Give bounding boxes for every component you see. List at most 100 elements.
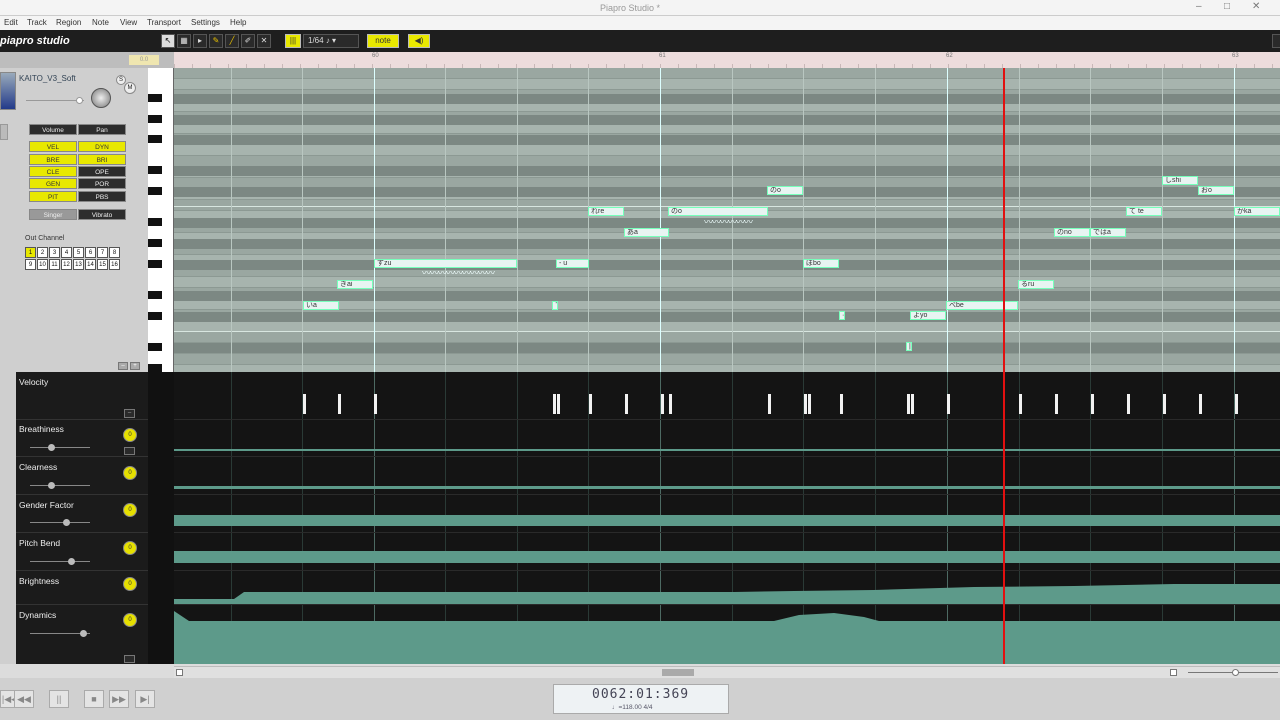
note[interactable]: す (552, 301, 558, 310)
note[interactable]: かka (1234, 207, 1280, 216)
velocity-bar[interactable] (1091, 394, 1094, 414)
channel-12[interactable]: 12 (61, 259, 72, 270)
dynamics-knob[interactable]: 0 (123, 613, 137, 627)
piano-roll[interactable]: いa きai ずzu 〰〰〰〰〰〰〰〰〰 - u す れre あa のo 〰〰〰… (174, 68, 1280, 372)
tempo-signature[interactable]: ♩=118.00 4/4 (612, 704, 653, 711)
velocity-bar[interactable] (625, 394, 628, 414)
velocity-bar[interactable] (661, 394, 664, 414)
minimize-button[interactable]: – (1196, 1, 1202, 12)
param-bre[interactable]: BRE (29, 154, 77, 165)
black-key[interactable] (148, 187, 162, 195)
param-dyn[interactable]: DYN (78, 141, 126, 152)
param-pbs[interactable]: PBS (78, 191, 126, 202)
menu-transport[interactable]: Transport (147, 18, 181, 27)
breathiness-knob[interactable]: 0 (123, 428, 137, 442)
channel-11[interactable]: 11 (49, 259, 60, 270)
stop-button[interactable]: ■ (84, 690, 104, 708)
channel-9[interactable]: 9 (25, 259, 36, 270)
note[interactable]: - u (556, 259, 589, 268)
scroll-right-button[interactable] (1170, 669, 1177, 676)
note[interactable]: ではa (1090, 228, 1126, 237)
gender-factor-curve[interactable] (174, 515, 1280, 526)
channel-14[interactable]: 14 (85, 259, 96, 270)
delete-tool-icon[interactable]: ✕ (257, 34, 271, 48)
note[interactable]: いa (303, 301, 339, 310)
fast-forward-button[interactable]: ▶▶ (109, 690, 129, 708)
note[interactable]: よyo (910, 311, 946, 320)
collapse-breathiness-button[interactable] (124, 447, 135, 455)
note[interactable]: · (839, 311, 845, 320)
note[interactable]: べbe (946, 301, 1018, 310)
zoom-in-button[interactable]: + (130, 362, 140, 370)
black-key[interactable] (148, 291, 162, 299)
vibrato-button[interactable]: Vibrato (78, 209, 126, 220)
note-length-button[interactable]: note —— (367, 34, 399, 57)
channel-7[interactable]: 7 (97, 247, 108, 258)
black-key[interactable] (148, 343, 162, 351)
clearness-knob[interactable]: 0 (123, 466, 137, 480)
black-key[interactable] (148, 260, 162, 268)
menu-view[interactable]: View (120, 18, 137, 27)
param-bri[interactable]: BRI (78, 154, 126, 165)
clearness-slider[interactable] (30, 482, 90, 489)
forward-end-button[interactable]: ▶| (135, 690, 155, 708)
velocity-bar[interactable] (669, 394, 672, 414)
black-key[interactable] (148, 135, 162, 143)
speaker-icon[interactable]: ◀) (408, 34, 430, 48)
velocity-bar[interactable] (303, 394, 306, 414)
velocity-bar[interactable] (907, 394, 910, 414)
breathiness-slider-thumb[interactable] (48, 444, 55, 451)
grid-icon[interactable]: ||| (285, 34, 301, 48)
param-ope[interactable]: OPE (78, 166, 126, 177)
channel-13[interactable]: 13 (73, 259, 84, 270)
dynamics-curve[interactable] (174, 605, 1280, 664)
menu-edit[interactable]: Edit (4, 18, 18, 27)
note[interactable]: あa (624, 228, 669, 237)
note[interactable]: のo (668, 207, 768, 216)
breathiness-curve[interactable] (174, 449, 1280, 451)
gender-factor-knob[interactable]: 0 (123, 503, 137, 517)
gender-factor-slider[interactable] (30, 519, 90, 526)
playhead[interactable] (1003, 68, 1005, 664)
black-key[interactable] (148, 94, 162, 102)
velocity-bar[interactable] (768, 394, 771, 414)
menu-settings[interactable]: Settings (191, 18, 220, 27)
note[interactable]: | (906, 342, 912, 351)
line-tool-icon[interactable]: ╱ (225, 34, 239, 48)
channel-15[interactable]: 15 (97, 259, 108, 270)
velocity-bar[interactable] (1163, 394, 1166, 414)
pencil-tool-icon[interactable]: ✎ (209, 34, 223, 48)
clearness-curve[interactable] (174, 486, 1280, 489)
channel-6[interactable]: 6 (85, 247, 96, 258)
close-button[interactable]: ✕ (1252, 1, 1260, 12)
note[interactable]: きai (337, 280, 373, 289)
channel-10[interactable]: 10 (37, 259, 48, 270)
dynamics-slider[interactable] (30, 630, 90, 637)
gender-factor-slider-thumb[interactable] (63, 519, 70, 526)
channel-4[interactable]: 4 (61, 247, 72, 258)
velocity-bar[interactable] (911, 394, 914, 414)
volume-button[interactable]: Volume (29, 124, 77, 135)
note[interactable]: ぼbo (803, 259, 839, 268)
velocity-bar[interactable] (1235, 394, 1238, 414)
breathiness-slider[interactable] (30, 444, 90, 451)
scroll-left-button[interactable] (176, 669, 183, 676)
zoom-out-button[interactable]: – (118, 362, 128, 370)
singer-button[interactable]: Singer (29, 209, 77, 220)
pitch-bend-curve[interactable] (174, 551, 1280, 563)
black-key[interactable] (148, 166, 162, 174)
voicebank-name[interactable]: KAITO_V3_Soft (19, 74, 76, 83)
param-gen[interactable]: GEN (29, 178, 77, 189)
velocity-bar[interactable] (589, 394, 592, 414)
maximize-button[interactable]: □ (1224, 1, 1230, 12)
note[interactable]: しshi (1162, 176, 1198, 185)
param-pit[interactable]: PIT (29, 191, 77, 202)
menu-region[interactable]: Region (56, 18, 81, 27)
velocity-bar[interactable] (808, 394, 811, 414)
pause-button[interactable]: || (49, 690, 69, 708)
pointer-tool-icon[interactable]: ↖ (161, 34, 175, 48)
ruler-marker[interactable]: 0.0 (129, 55, 159, 65)
pitch-bend-slider-thumb[interactable] (68, 558, 75, 565)
split-tool-icon[interactable]: ▸ (193, 34, 207, 48)
pan-knob[interactable] (91, 88, 111, 108)
